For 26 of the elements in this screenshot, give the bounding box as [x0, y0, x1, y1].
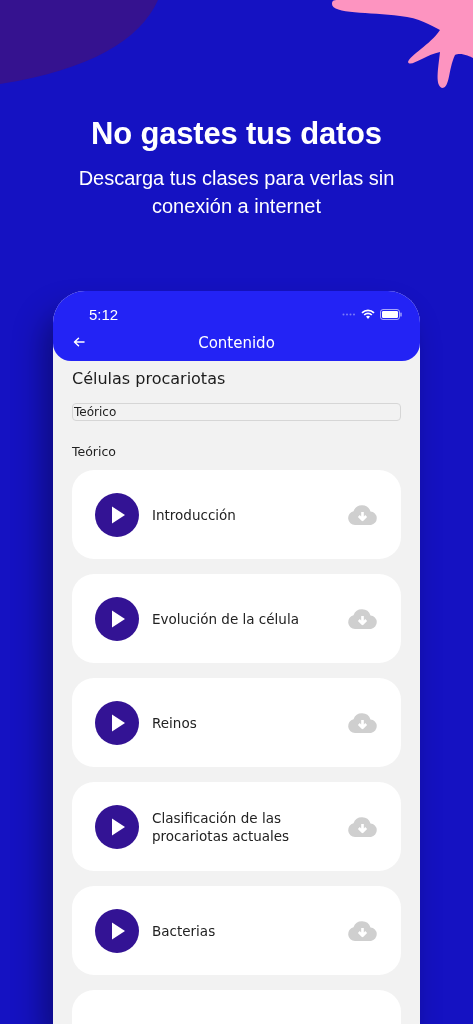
lesson-card[interactable]: Introducción — [72, 470, 401, 559]
wifi-icon — [361, 308, 375, 320]
lesson-title: Clasificación de las procariotas actuales — [152, 808, 291, 845]
lesson-title: Bacterias — [152, 921, 217, 940]
lesson-card[interactable]: Reinos — [72, 678, 401, 767]
back-arrow-icon[interactable] — [73, 337, 85, 347]
course-title: Células procariotas — [72, 369, 227, 388]
lesson-card[interactable]: Bacterias — [72, 886, 401, 975]
play-icon[interactable] — [95, 804, 139, 849]
lesson-title: Reinos — [152, 713, 198, 732]
screen-title: Contenido — [198, 334, 275, 352]
subheadline: Descarga tus clases para verlas sin conexión a internet — [77, 166, 396, 219]
lesson-title: Evolución de la célula — [152, 609, 300, 628]
play-icon[interactable] — [95, 700, 139, 745]
filter-field[interactable]: Teórico — [72, 403, 401, 421]
section-label: Teórico — [72, 444, 117, 459]
lesson-title: Introducción — [152, 505, 237, 524]
play-icon[interactable] — [95, 596, 139, 641]
headline: No gastes tus datos — [91, 116, 382, 152]
play-icon[interactable] — [95, 492, 139, 537]
lesson-card[interactable]: Evolución de la célula — [72, 574, 401, 663]
signal-icon — [342, 312, 356, 316]
status-time: 5:12 — [89, 305, 119, 323]
play-icon[interactable] — [95, 908, 139, 953]
lesson-card[interactable]: Clasificación de las procariotas actuales — [72, 782, 401, 871]
battery-icon — [380, 308, 402, 320]
